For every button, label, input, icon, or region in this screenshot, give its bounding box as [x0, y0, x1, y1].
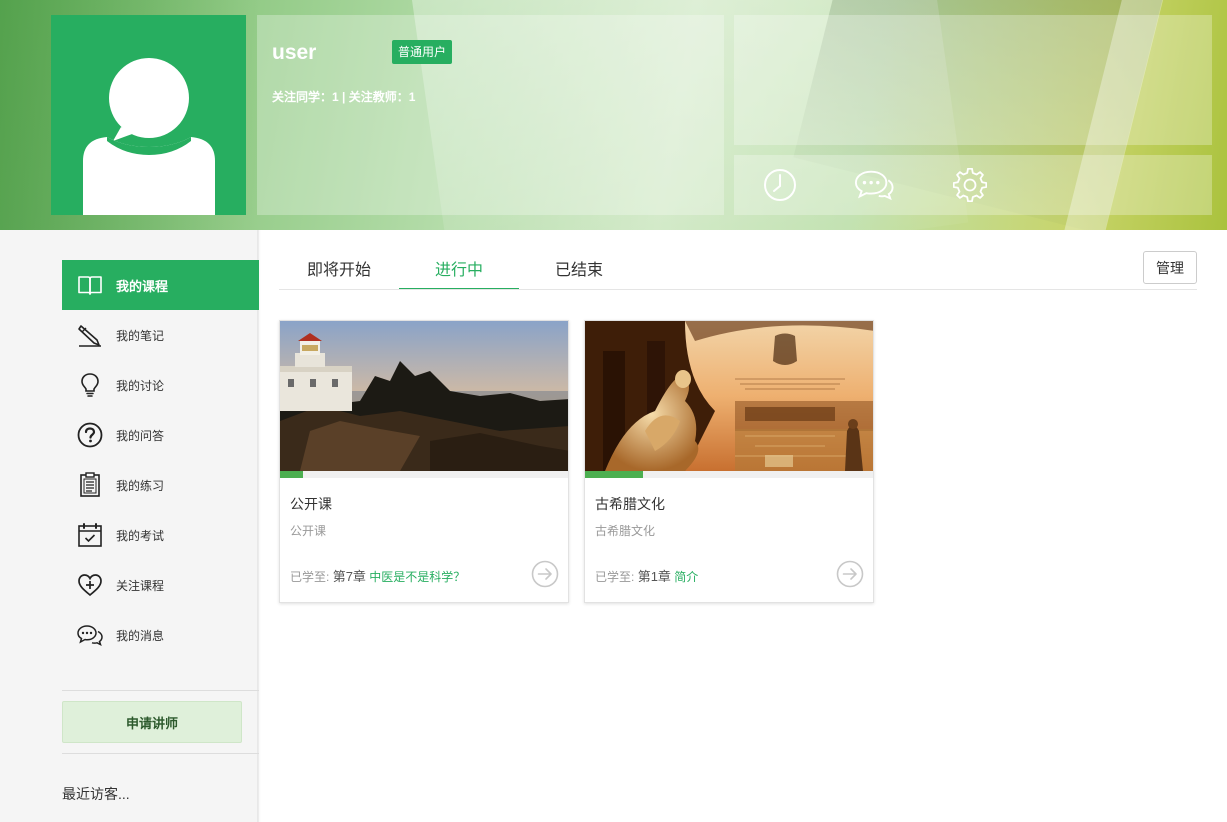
sidebar-item-my-discussions[interactable]: 我的讨论 [62, 360, 259, 410]
message-icon [76, 621, 104, 649]
progress-lesson-link[interactable]: 简介 [674, 570, 698, 584]
sidebar-item-label: 我的课程 [116, 278, 169, 294]
course-learning-progress: 已学至: 第7章 中医是不是科学？ [290, 566, 465, 585]
sidebar-item-label: 我的消息 [116, 628, 165, 643]
progress-prefix: 已学至: [290, 570, 330, 584]
course-title[interactable]: 古希腊文化 [595, 494, 665, 514]
tab-in-progress[interactable]: 进行中 [399, 252, 519, 290]
sidebar-item-my-exams[interactable]: 我的考试 [62, 510, 259, 560]
sidebar-item-followed-courses[interactable]: 关注课程 [62, 560, 259, 610]
lighthouse-sunset-photo [280, 321, 568, 471]
apply-lecturer-button[interactable]: 申请讲师 [62, 701, 242, 743]
calendar-check-icon [76, 521, 104, 549]
course-subtitle: 古希腊文化 [595, 524, 656, 538]
clipboard-icon [76, 471, 104, 499]
progress-chapter: 第7章 [332, 569, 366, 584]
course-learning-progress: 已学至: 第1章 简介 [595, 566, 698, 585]
sidebar-item-my-qa[interactable]: 我的问答 [62, 410, 259, 460]
sidebar-item-label: 我的讨论 [116, 378, 165, 393]
sidebar-item-label: 关注课程 [116, 578, 165, 593]
heart-plus-icon [76, 571, 104, 599]
tab-upcoming[interactable]: 即将开始 [279, 252, 399, 290]
username: user [272, 41, 317, 64]
sidebar-item-my-notes[interactable]: 我的笔记 [62, 310, 259, 360]
course-title[interactable]: 公开课 [290, 494, 332, 514]
course-progress-fill [585, 471, 643, 478]
progress-prefix: 已学至: [595, 570, 635, 584]
progress-lesson-link[interactable]: 中医是不是科学？ [369, 570, 465, 584]
recent-visitors-label: 最近访客... [62, 786, 130, 802]
follow-stats[interactable]: 关注同学：1 | 关注教师：1 [272, 88, 415, 105]
question-icon [76, 421, 104, 449]
tab-finished[interactable]: 已结束 [519, 252, 639, 290]
pencil-icon [76, 321, 104, 349]
header-right-panel [734, 15, 1212, 145]
manage-button[interactable]: 管理 [1143, 251, 1197, 284]
tabs-divider [279, 289, 1197, 290]
course-card[interactable]: 公开课 公开课 已学至: 第7章 中医是不是科学？ [279, 320, 569, 603]
course-progress-bar [585, 471, 873, 478]
sidebar-item-my-exercises[interactable]: 我的练习 [62, 460, 259, 510]
course-progress-fill [280, 471, 304, 478]
profile-header: user 普通用户 关注同学：1 | 关注教师：1 [0, 0, 1227, 230]
sidebar-item-my-courses[interactable]: 我的课程 [62, 260, 259, 310]
profile-info-panel: user 普通用户 关注同学：1 | 关注教师：1 [257, 15, 724, 215]
chat-bubbles-icon[interactable] [854, 167, 894, 203]
sidebar-item-my-messages[interactable]: 我的消息 [62, 610, 259, 660]
sidebar-divider [62, 753, 259, 754]
default-avatar-icon [83, 58, 215, 215]
sidebar-item-label: 我的练习 [116, 478, 165, 493]
course-subtitle: 公开课 [290, 524, 327, 538]
course-progress-bar [280, 471, 568, 478]
clock-icon[interactable] [760, 167, 800, 203]
sidebar-item-label: 我的问答 [116, 428, 165, 443]
arrow-right-circle-icon[interactable] [836, 560, 864, 588]
lightbulb-icon [76, 371, 104, 399]
greek-statue-photo [585, 321, 873, 471]
book-icon [76, 271, 104, 299]
progress-chapter: 第1章 [637, 569, 671, 584]
course-card[interactable]: 古希腊文化 古希腊文化 已学至: 第1章 简介 [584, 320, 874, 603]
sidebar-item-label: 我的笔记 [116, 328, 165, 343]
role-badge: 普通用户 [392, 40, 453, 64]
avatar[interactable] [51, 15, 246, 215]
sidebar-divider [62, 690, 259, 691]
gear-icon[interactable] [950, 167, 990, 203]
arrow-right-circle-icon[interactable] [531, 560, 559, 588]
sidebar-item-label: 我的考试 [116, 528, 165, 543]
header-actions-bar [734, 155, 1212, 215]
